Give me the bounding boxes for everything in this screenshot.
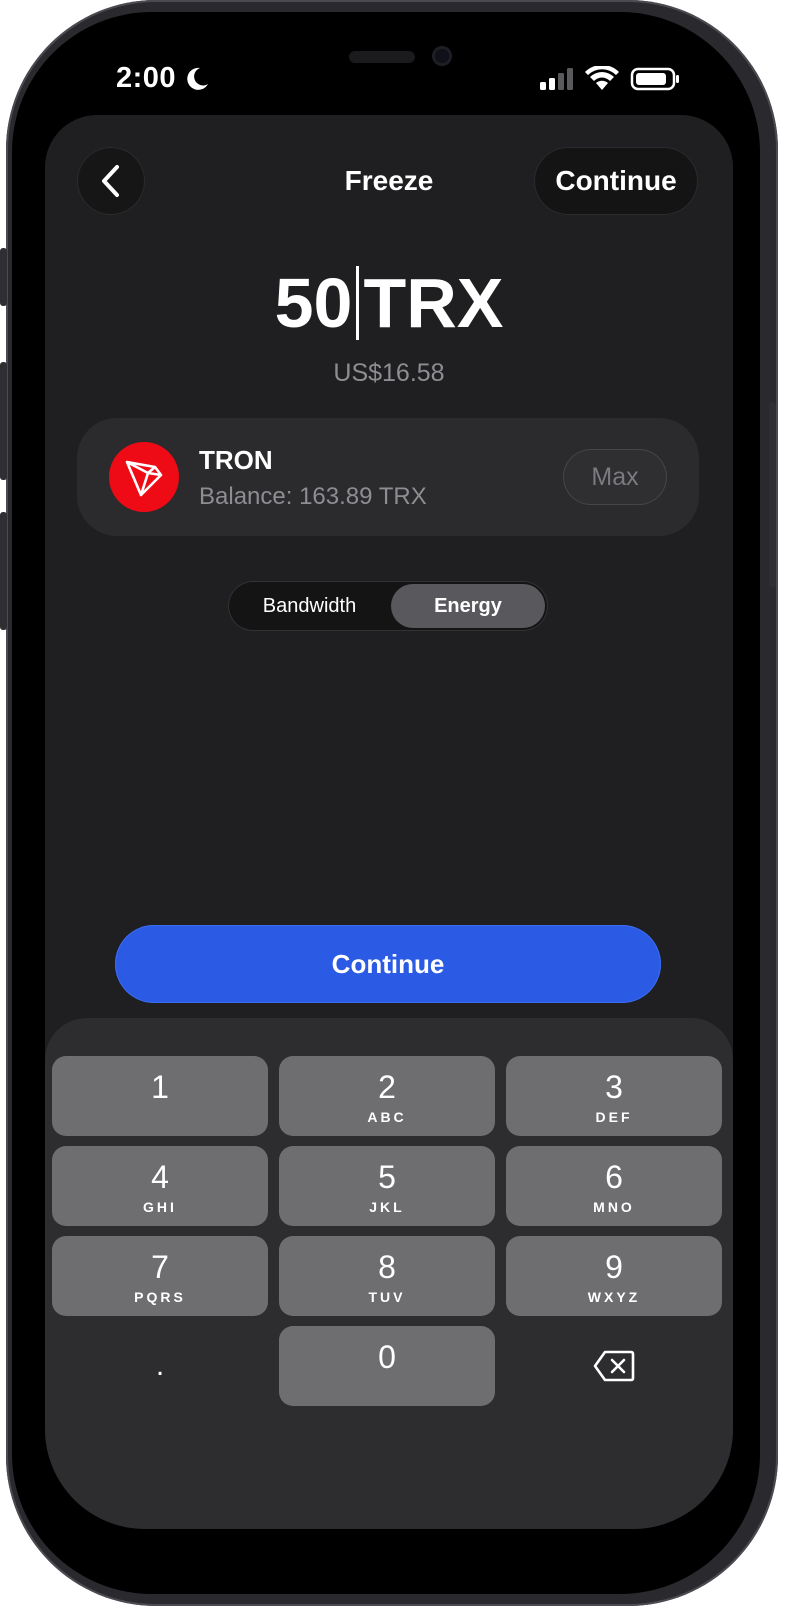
key-0[interactable]: 0 <box>279 1326 495 1406</box>
status-icons <box>540 66 679 91</box>
text-cursor <box>356 266 360 340</box>
key-2[interactable]: 2 ABC <box>279 1056 495 1136</box>
earpiece-speaker <box>349 51 415 63</box>
fiat-value: US$16.58 <box>333 359 445 387</box>
cellular-signal-icon <box>540 68 573 90</box>
front-camera <box>432 46 452 66</box>
power-button <box>769 402 776 588</box>
volume-up-button <box>0 362 7 480</box>
amount-value: 50 <box>274 264 353 342</box>
key-6[interactable]: 6 MNO <box>506 1146 722 1226</box>
token-card: TRON Balance: 163.89 TRX Max <box>77 418 699 536</box>
key-7[interactable]: 7 PQRS <box>52 1236 268 1316</box>
header-continue-button[interactable]: Continue <box>534 147 698 215</box>
key-5[interactable]: 5 JKL <box>279 1146 495 1226</box>
tab-bandwidth[interactable]: Bandwidth <box>232 584 387 628</box>
max-button[interactable]: Max <box>563 449 667 505</box>
continue-button[interactable]: Continue <box>115 925 661 1003</box>
token-balance: Balance: 163.89 TRX <box>199 483 427 510</box>
key-1[interactable]: 1 <box>52 1056 268 1136</box>
backspace-icon <box>593 1350 635 1382</box>
moon-icon <box>187 67 208 90</box>
amount-unit: TRX <box>363 264 504 342</box>
token-name: TRON <box>199 445 273 475</box>
action-button <box>0 248 7 306</box>
wifi-icon <box>585 66 619 90</box>
key-4[interactable]: 4 GHI <box>52 1146 268 1226</box>
status-time: 2:00 <box>116 62 177 94</box>
tron-logo-icon <box>109 442 179 512</box>
key-3[interactable]: 3 DEF <box>506 1056 722 1136</box>
backspace-key[interactable] <box>506 1326 722 1406</box>
volume-down-button <box>0 512 7 630</box>
key-9[interactable]: 9 WXYZ <box>506 1236 722 1316</box>
tab-energy[interactable]: Energy <box>391 584 545 628</box>
key-8[interactable]: 8 TUV <box>279 1236 495 1316</box>
numeric-keypad: 1 2 ABC 3 DEF 4 GHI 5 JKL 6 MNO 7 PQRS 8 <box>45 1018 733 1529</box>
resource-toggle: Bandwidth Energy <box>228 581 548 631</box>
key-decimal[interactable]: . <box>52 1326 268 1406</box>
app-screen: Freeze Continue 50 TRX US$16.58 TRON Bal… <box>45 115 733 1529</box>
battery-icon <box>630 67 679 91</box>
amount-display[interactable]: 50 TRX <box>45 263 733 343</box>
